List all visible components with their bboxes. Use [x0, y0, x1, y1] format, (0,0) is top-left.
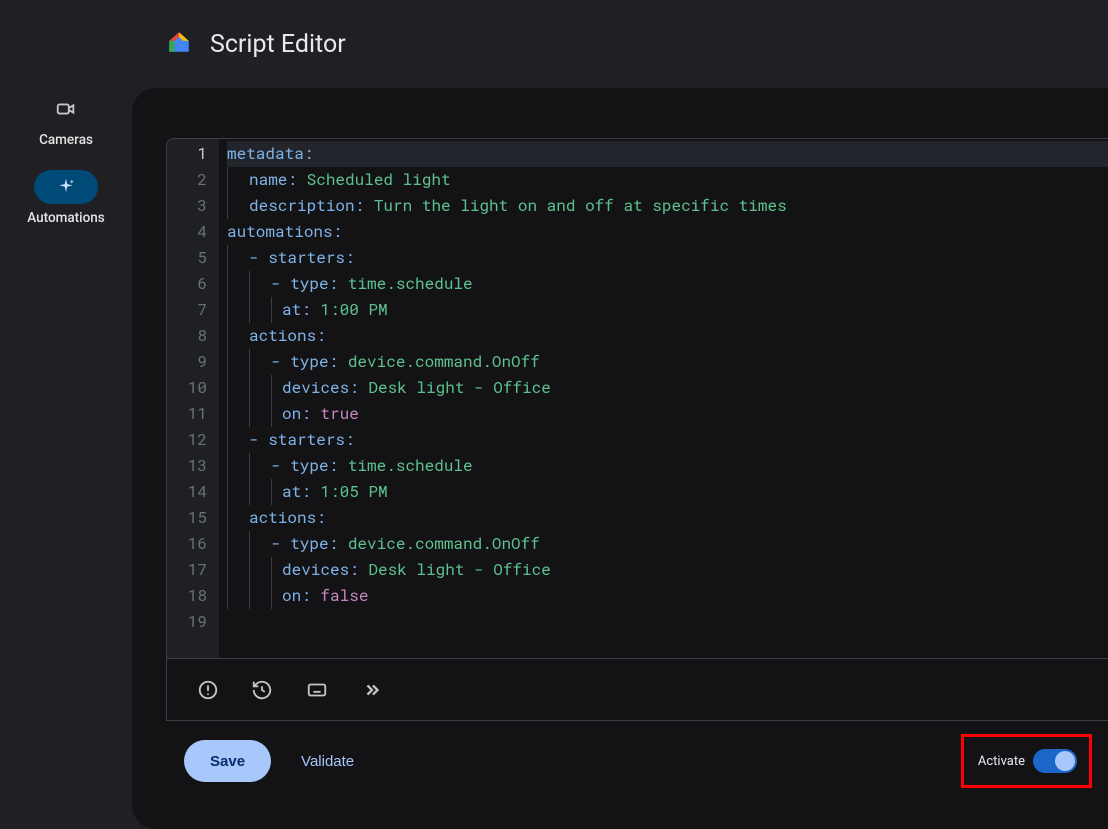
more-icon[interactable]	[361, 679, 383, 701]
code-line[interactable]: actions:	[227, 323, 1108, 349]
code-editor[interactable]: 12345678910111213141516171819 metadata:n…	[166, 138, 1108, 659]
code-line[interactable]: devices: Desk light - Office	[227, 375, 1108, 401]
code-line[interactable]: on: true	[227, 401, 1108, 427]
line-number: 14	[167, 479, 207, 505]
editor-toolbar	[166, 659, 1108, 721]
code-token: on:	[282, 401, 320, 427]
activate-toggle[interactable]	[1033, 749, 1077, 773]
save-button[interactable]: Save	[184, 740, 271, 782]
code-line[interactable]: metadata:	[227, 141, 1108, 167]
sidebar-item-automations[interactable]: Automations	[27, 170, 104, 226]
line-number: 6	[167, 271, 207, 297]
error-info-icon[interactable]	[197, 679, 219, 701]
code-area[interactable]: metadata:name: Scheduled lightdescriptio…	[219, 139, 1108, 658]
line-number: 2	[167, 167, 207, 193]
code-token: at:	[282, 479, 320, 505]
camera-icon	[34, 92, 98, 126]
line-number: 18	[167, 583, 207, 609]
code-token: 1:05 PM	[320, 479, 387, 505]
page-title: Script Editor	[210, 30, 346, 59]
code-token: - type:	[271, 453, 348, 479]
line-number: 15	[167, 505, 207, 531]
validate-button[interactable]: Validate	[301, 753, 354, 770]
code-line[interactable]: - type: device.command.OnOff	[227, 531, 1108, 557]
code-line[interactable]: actions:	[227, 505, 1108, 531]
code-token: actions:	[249, 505, 326, 531]
line-number-gutter: 12345678910111213141516171819	[167, 139, 219, 658]
sidebar-item-label: Automations	[27, 210, 104, 226]
footer: Save Validate Activate	[166, 721, 1108, 801]
code-line[interactable]: automations:	[227, 219, 1108, 245]
code-token: device.command.OnOff	[348, 531, 540, 557]
code-token: - starters:	[249, 427, 355, 453]
line-number: 16	[167, 531, 207, 557]
code-line[interactable]: at: 1:00 PM	[227, 297, 1108, 323]
sparkle-icon	[34, 170, 98, 204]
sidebar-item-label: Cameras	[39, 132, 93, 148]
editor-panel: 12345678910111213141516171819 metadata:n…	[132, 88, 1108, 829]
code-token: - type:	[271, 271, 348, 297]
line-number: 19	[167, 609, 207, 635]
code-token: device.command.OnOff	[348, 349, 540, 375]
keyboard-icon[interactable]	[305, 679, 329, 701]
activate-highlight: Activate	[961, 734, 1092, 788]
code-token: - type:	[271, 349, 348, 375]
line-number: 5	[167, 245, 207, 271]
code-line[interactable]: description: Turn the light on and off a…	[227, 193, 1108, 219]
code-token: time.schedule	[348, 271, 473, 297]
code-token: Scheduled light	[307, 167, 451, 193]
code-line[interactable]: on: false	[227, 583, 1108, 609]
sidebar-item-cameras[interactable]: Cameras	[34, 92, 98, 148]
code-token: Turn the light on and off at specific ti…	[374, 193, 787, 219]
code-line[interactable]: at: 1:05 PM	[227, 479, 1108, 505]
code-token: at:	[282, 297, 320, 323]
code-token: 1:00 PM	[320, 297, 387, 323]
code-line[interactable]	[227, 609, 1108, 635]
line-number: 9	[167, 349, 207, 375]
line-number: 13	[167, 453, 207, 479]
code-token: Desk light - Office	[368, 557, 550, 583]
line-number: 12	[167, 427, 207, 453]
toggle-thumb	[1055, 751, 1075, 771]
code-token: false	[320, 583, 368, 609]
code-line[interactable]: - starters:	[227, 427, 1108, 453]
code-token: metadata:	[227, 141, 313, 167]
code-line[interactable]: - type: time.schedule	[227, 453, 1108, 479]
code-line[interactable]: - starters:	[227, 245, 1108, 271]
code-token: description:	[249, 193, 374, 219]
code-line[interactable]: - type: device.command.OnOff	[227, 349, 1108, 375]
line-number: 10	[167, 375, 207, 401]
code-token: Desk light - Office	[368, 375, 550, 401]
code-line[interactable]: name: Scheduled light	[227, 167, 1108, 193]
line-number: 3	[167, 193, 207, 219]
line-number: 17	[167, 557, 207, 583]
left-rail: Cameras Automations	[0, 0, 132, 829]
code-token: on:	[282, 583, 320, 609]
history-icon[interactable]	[251, 679, 273, 701]
line-number: 7	[167, 297, 207, 323]
code-token: - starters:	[249, 245, 355, 271]
code-token: actions:	[249, 323, 326, 349]
line-number: 1	[167, 141, 207, 167]
code-token: time.schedule	[348, 453, 473, 479]
line-number: 11	[167, 401, 207, 427]
main: Script Editor 12345678910111213141516171…	[132, 0, 1108, 829]
code-token: - type:	[271, 531, 348, 557]
code-token: devices:	[282, 375, 368, 401]
code-token: name:	[249, 167, 307, 193]
activate-label: Activate	[978, 754, 1025, 769]
code-token: automations:	[227, 219, 342, 245]
code-line[interactable]: devices: Desk light - Office	[227, 557, 1108, 583]
google-home-logo-icon	[166, 29, 192, 59]
line-number: 4	[167, 219, 207, 245]
code-token: devices:	[282, 557, 368, 583]
line-number: 8	[167, 323, 207, 349]
code-line[interactable]: - type: time.schedule	[227, 271, 1108, 297]
code-token: true	[320, 401, 358, 427]
header: Script Editor	[132, 0, 1108, 88]
